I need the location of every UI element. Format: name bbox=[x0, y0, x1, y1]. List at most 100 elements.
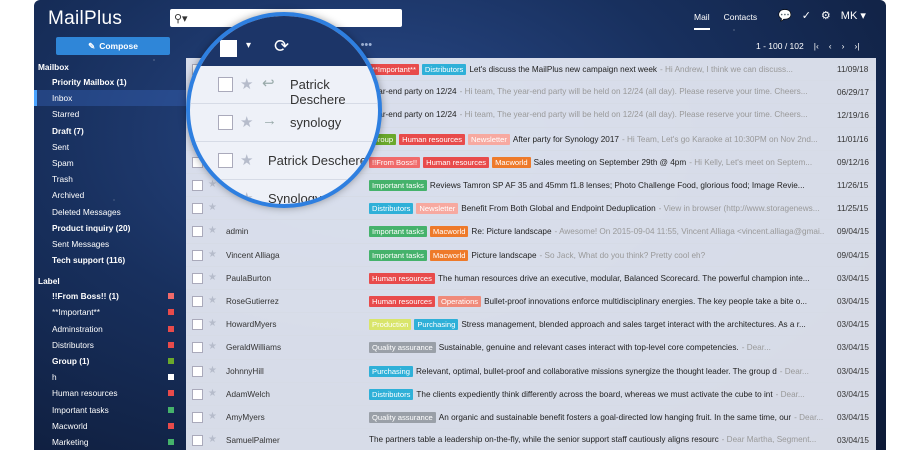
user-menu[interactable]: MK ▾ bbox=[841, 9, 866, 22]
prev-page-icon[interactable]: ‹ bbox=[829, 41, 832, 51]
star-icon[interactable]: ★ bbox=[208, 272, 217, 283]
sidebar-item[interactable]: Tech support (116) bbox=[34, 252, 186, 268]
sidebar-item[interactable]: Priority Mailbox (1) bbox=[34, 74, 186, 90]
label-item[interactable]: **Important** bbox=[34, 304, 186, 320]
tag-badge[interactable]: Purchasing bbox=[414, 319, 459, 331]
row-checkbox[interactable] bbox=[192, 365, 203, 377]
magnified-row[interactable]: ★ Synology bbox=[190, 180, 378, 204]
row-checkbox[interactable] bbox=[192, 412, 203, 423]
tag-badge[interactable]: Operations bbox=[437, 296, 482, 307]
star-icon[interactable]: ★ bbox=[208, 341, 217, 352]
row-checkbox[interactable] bbox=[218, 191, 233, 204]
next-page-icon[interactable]: › bbox=[842, 41, 845, 51]
star-icon[interactable]: ★ bbox=[208, 411, 217, 422]
table-row[interactable]: ★ AdamWelch Distributors The clients expedi… bbox=[186, 383, 876, 406]
star-icon[interactable]: ★ bbox=[240, 151, 253, 169]
label-item[interactable]: Marketing bbox=[34, 434, 186, 450]
row-checkbox[interactable] bbox=[218, 77, 233, 92]
table-row[interactable]: ★ AmyMyers Quality assurance An organic and… bbox=[186, 406, 876, 430]
star-icon[interactable]: ★ bbox=[208, 318, 217, 329]
table-row[interactable]: ★ JohnnyHill Purchasing Relevant, optimal, … bbox=[186, 360, 876, 383]
row-checkbox[interactable] bbox=[192, 272, 203, 284]
table-row[interactable]: ★ HowardMyers Production Purchasing Stress m… bbox=[186, 313, 876, 337]
tag-badge[interactable]: Quality assurance bbox=[369, 342, 436, 354]
sidebar-item[interactable]: Product inquiry (20) bbox=[34, 220, 186, 236]
label-item[interactable]: Important tasks bbox=[34, 402, 186, 418]
row-checkbox[interactable] bbox=[192, 342, 203, 354]
tag-badge[interactable]: Newsletter bbox=[468, 133, 510, 145]
tag-badge[interactable]: Macworld bbox=[429, 226, 469, 238]
star-icon[interactable]: ★ bbox=[240, 75, 253, 93]
sidebar-item[interactable]: Draft (7) bbox=[34, 123, 186, 139]
table-row[interactable]: ★ RoseGutierrez Human resources Operations B… bbox=[186, 290, 876, 314]
label-item[interactable]: Human resources bbox=[34, 385, 186, 401]
row-checkbox[interactable] bbox=[192, 249, 203, 261]
row-checkbox[interactable] bbox=[192, 226, 203, 238]
label-item[interactable]: h bbox=[34, 369, 186, 385]
settings-icon[interactable]: ⚙ bbox=[821, 9, 831, 22]
first-page-icon[interactable]: |‹ bbox=[814, 41, 819, 51]
star-icon[interactable]: ★ bbox=[208, 365, 217, 376]
label-item[interactable]: Group (1) bbox=[34, 353, 186, 369]
magnified-row[interactable]: ★ Patrick Deschere bbox=[190, 142, 378, 180]
row-checkbox[interactable] bbox=[192, 319, 203, 331]
chat-icon[interactable]: 💬 bbox=[778, 9, 792, 22]
dropdown-icon[interactable]: ▾ bbox=[246, 40, 251, 51]
tag-badge[interactable]: Important tasks bbox=[369, 249, 427, 261]
sidebar-item[interactable]: Sent Messages bbox=[34, 236, 186, 252]
label-item[interactable]: Macworld bbox=[34, 418, 186, 434]
tag-badge[interactable]: Human resources bbox=[399, 133, 466, 145]
label-item[interactable]: Distributors bbox=[34, 337, 186, 353]
row-checkbox[interactable] bbox=[192, 435, 203, 447]
refresh-icon[interactable]: ⟳ bbox=[274, 36, 289, 57]
tag-badge[interactable]: Human resources bbox=[423, 156, 490, 168]
tag-badge[interactable]: Newsletter bbox=[416, 203, 459, 215]
table-row[interactable]: ★ PaulaBurton Human resources The human res… bbox=[186, 267, 876, 290]
magnified-row[interactable]: ★ ↩ Patrick Deschere bbox=[190, 66, 378, 107]
row-checkbox[interactable] bbox=[192, 388, 203, 400]
tag-badge[interactable]: Quality assurance bbox=[369, 412, 436, 423]
star-icon[interactable]: ★ bbox=[208, 434, 217, 445]
tag-badge[interactable]: Macworld bbox=[492, 156, 531, 168]
table-row[interactable]: ★ Vincent Alliaga Important tasks Macworld P… bbox=[186, 244, 876, 267]
table-row[interactable]: ★ SamuelPalmer The partners table a leader… bbox=[186, 429, 876, 450]
row-checkbox[interactable] bbox=[218, 153, 233, 168]
tag-badge[interactable]: Production bbox=[369, 319, 412, 331]
tag-badge[interactable]: Important tasks bbox=[369, 226, 427, 238]
row-checkbox[interactable] bbox=[192, 296, 203, 307]
tag-badge[interactable]: Human resources bbox=[369, 296, 435, 307]
sidebar-item[interactable]: Inbox bbox=[34, 90, 186, 107]
label-text: Distributors bbox=[52, 339, 94, 350]
star-icon[interactable]: ★ bbox=[208, 249, 217, 260]
tasks-icon[interactable]: ✓ bbox=[802, 9, 811, 22]
row-checkbox[interactable] bbox=[192, 203, 203, 215]
sidebar-item[interactable]: Starred bbox=[34, 106, 186, 122]
tag-badge[interactable]: Distributors bbox=[421, 64, 467, 75]
sidebar-item[interactable]: Spam bbox=[34, 155, 186, 171]
nav-contacts[interactable]: Contacts bbox=[724, 12, 758, 30]
label-item[interactable]: !!From Boss!! (1) bbox=[34, 288, 186, 304]
star-icon[interactable]: ★ bbox=[208, 225, 217, 236]
sidebar-item[interactable]: Deleted Messages bbox=[34, 204, 186, 220]
table-row[interactable]: ★ GeraldWilliams Quality assurance Sustaina… bbox=[186, 336, 876, 360]
compose-button[interactable]: ✎ Compose bbox=[56, 37, 170, 55]
magnified-row[interactable]: ★ → synology bbox=[190, 104, 378, 142]
sidebar-item[interactable]: Sent bbox=[34, 139, 186, 155]
star-icon[interactable]: ★ bbox=[208, 295, 217, 306]
row-checkbox[interactable] bbox=[218, 115, 233, 130]
star-icon[interactable]: ★ bbox=[208, 388, 217, 399]
sidebar-item[interactable]: Trash bbox=[34, 171, 186, 187]
tag-badge[interactable]: Human resources bbox=[369, 272, 435, 284]
label-item[interactable]: Adminstration bbox=[34, 321, 186, 337]
tag-badge[interactable]: Distributors bbox=[369, 388, 414, 400]
table-row[interactable]: ★ admin Important tasks Macworld Re: Picture… bbox=[186, 220, 876, 244]
email-content: Quality assurance An organic and sustaina… bbox=[369, 412, 824, 423]
select-all-checkbox[interactable] bbox=[220, 40, 237, 57]
last-page-icon[interactable]: ›| bbox=[854, 41, 859, 51]
sidebar-item[interactable]: Archived bbox=[34, 187, 186, 203]
tag-badge[interactable]: Macworld bbox=[429, 249, 469, 261]
tag-badge[interactable]: Purchasing bbox=[369, 365, 413, 377]
nav-mail[interactable]: Mail bbox=[694, 12, 710, 30]
star-icon[interactable]: ★ bbox=[240, 113, 253, 131]
tag-badge[interactable]: Distributors bbox=[369, 203, 414, 215]
